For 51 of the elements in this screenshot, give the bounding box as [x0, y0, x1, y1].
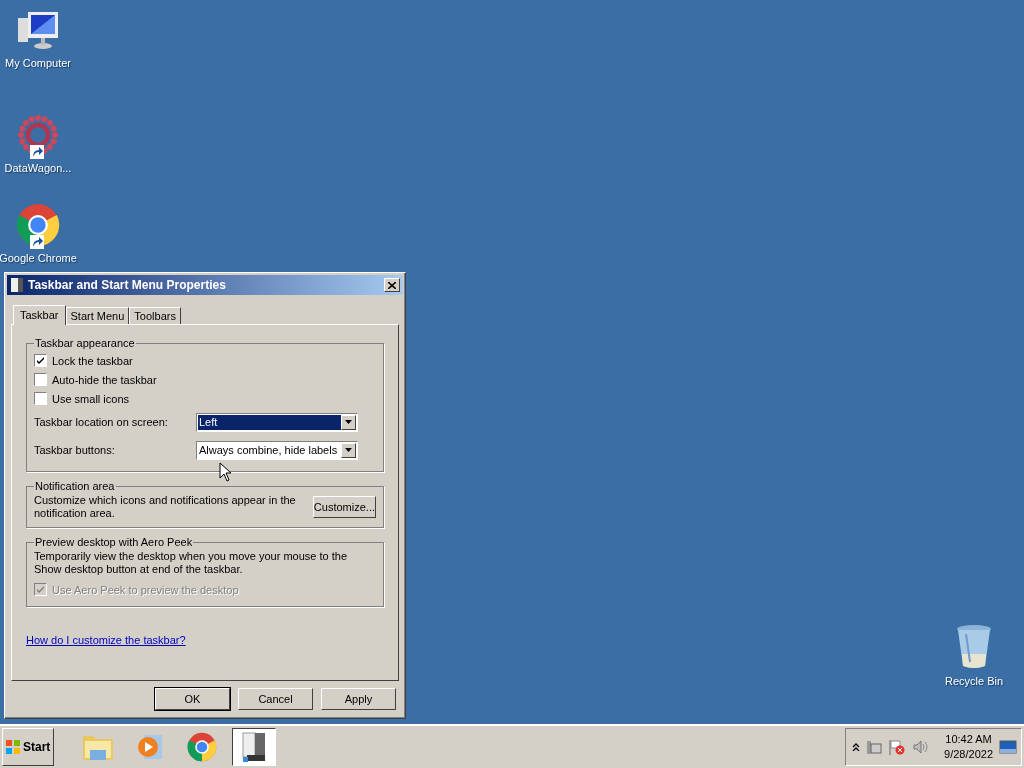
- chevron-up-icon[interactable]: [852, 743, 861, 751]
- checkbox-label[interactable]: Lock the taskbar: [52, 354, 133, 367]
- customize-button[interactable]: Customize...: [312, 496, 376, 518]
- taskbar-button[interactable]: [232, 728, 276, 766]
- computer-icon: [16, 10, 60, 52]
- network-icon[interactable]: [866, 739, 883, 755]
- description-text: Customize which icons and notifications appear in the notification area.: [34, 494, 297, 520]
- caret-icon: [345, 448, 352, 452]
- dialog-button[interactable]: OK: [155, 688, 230, 710]
- recycle-bin-icon: [956, 624, 992, 670]
- group-label: Taskbar appearance: [34, 337, 136, 349]
- show-desktop-icon[interactable]: [999, 740, 1017, 754]
- tab[interactable]: Taskbar: [13, 305, 66, 325]
- start-button[interactable]: Start: [2, 728, 54, 766]
- close-button[interactable]: [384, 278, 400, 292]
- close-icon: [388, 281, 396, 289]
- group-label: Notification area: [34, 480, 116, 492]
- desktop-icon-label[interactable]: Google Chrome: [0, 252, 77, 264]
- dialog-button[interactable]: Cancel: [238, 688, 313, 710]
- field-label: Taskbar buttons:: [34, 444, 115, 456]
- server-icon: [10, 277, 24, 293]
- check-icon: [36, 356, 45, 365]
- chrome-icon: [187, 732, 217, 762]
- checkbox[interactable]: [34, 354, 47, 367]
- checkbox[interactable]: [34, 373, 47, 386]
- checkbox-label[interactable]: Use small icons: [52, 392, 130, 405]
- clock[interactable]: 10:42 AM 9/28/2022: [944, 732, 993, 762]
- help-link[interactable]: How do I customize the taskbar?: [26, 634, 186, 646]
- server-icon: [241, 731, 267, 763]
- caret-icon: [345, 420, 352, 424]
- desktop-icon-label[interactable]: My Computer: [5, 57, 71, 69]
- check-icon: [36, 585, 45, 594]
- tab[interactable]: Start Menu: [65, 307, 130, 324]
- window-title: Taskbar and Start Menu Properties: [28, 278, 227, 292]
- group-label: Preview desktop with Aero Peek: [34, 536, 194, 548]
- dropdown[interactable]: Always combine, hide labels: [196, 440, 358, 460]
- play-icon: [136, 733, 164, 761]
- desktop-icon-label[interactable]: Recycle Bin: [944, 675, 1004, 687]
- windows-logo-icon: [5, 739, 21, 755]
- dialog-button[interactable]: Apply: [321, 688, 396, 710]
- dropdown[interactable]: Left: [196, 412, 358, 432]
- desktop-icon-label[interactable]: DataWagon...: [4, 162, 72, 174]
- mouse-cursor-icon: [219, 462, 231, 482]
- flag-error-icon[interactable]: [888, 739, 907, 755]
- checkbox[interactable]: [34, 392, 47, 405]
- description-text: Temporarily view the desktop when you move your mouse to the Show desktop button at end of the taskbar.: [34, 550, 349, 576]
- chrome-icon: [16, 203, 60, 247]
- field-label: Taskbar location on screen:: [34, 416, 168, 428]
- tab[interactable]: Toolbars: [129, 307, 181, 324]
- checkbox-label[interactable]: Auto-hide the taskbar: [52, 373, 157, 386]
- speaker-icon[interactable]: [912, 739, 931, 755]
